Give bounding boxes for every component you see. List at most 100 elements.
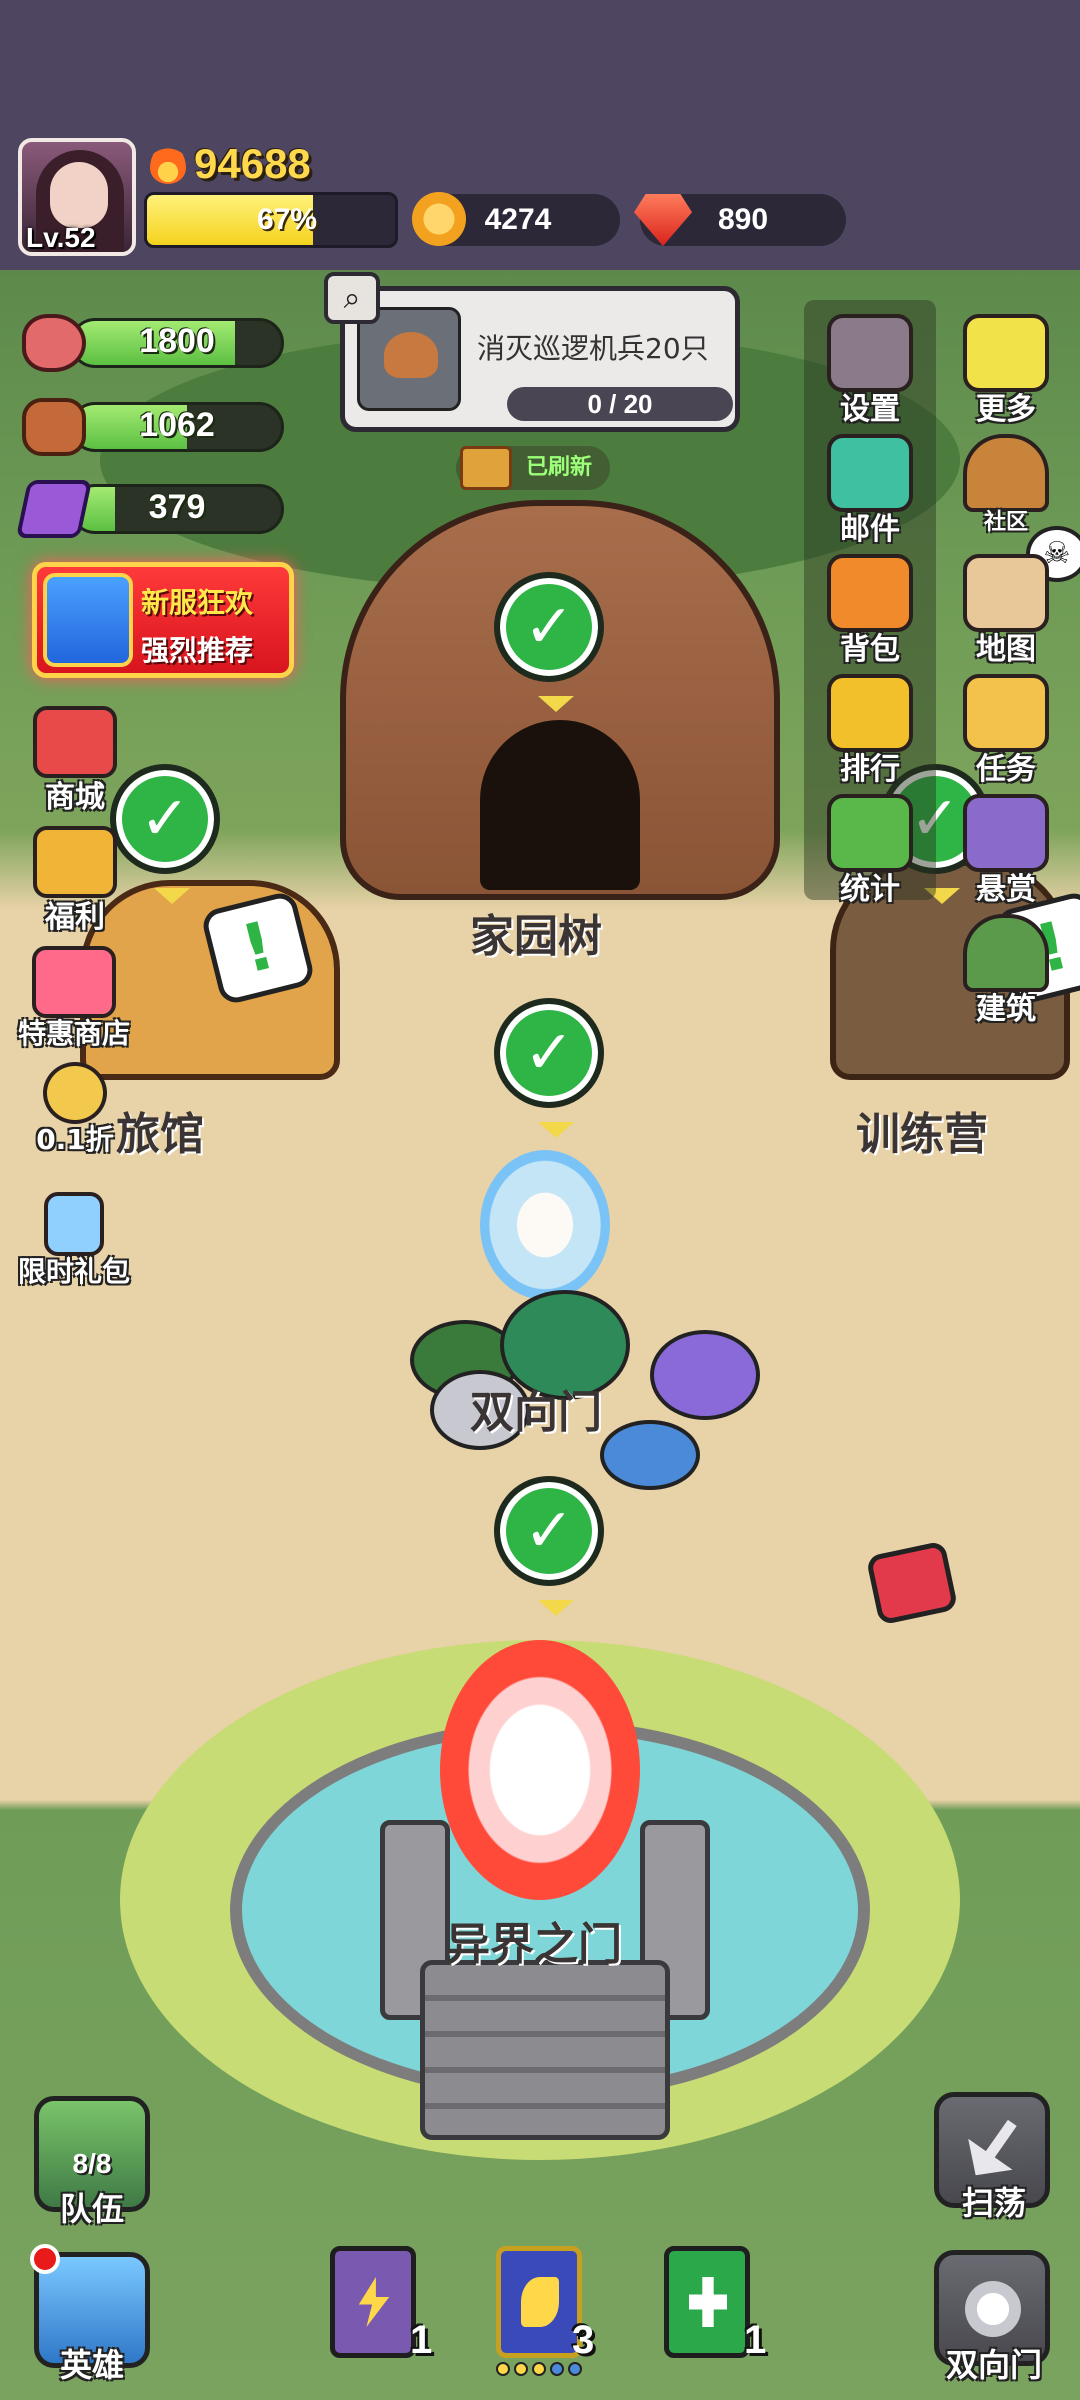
map-icon	[963, 554, 1049, 632]
golden-book-icon[interactable]	[496, 2246, 582, 2358]
quest-refresh-badge[interactable]: 已刷新	[456, 446, 611, 490]
promo-line1: 新服狂欢	[141, 586, 254, 619]
home-tree-check-icon[interactable]: ✓	[494, 572, 604, 712]
book-count: 1	[744, 2318, 767, 2362]
community-house-icon	[963, 434, 1049, 512]
rarity-dots	[496, 2362, 582, 2376]
discount-icon	[43, 1062, 107, 1124]
map-label: 地图	[976, 632, 1036, 667]
welfare-label: 福利	[45, 900, 105, 935]
more-icon	[963, 314, 1049, 392]
quest-scroll-icon	[963, 674, 1049, 752]
gem-value: 890	[717, 203, 769, 236]
mail-icon	[827, 434, 913, 512]
lightning-book-icon[interactable]	[330, 2246, 416, 2358]
rarity-dot	[550, 2362, 564, 2376]
notification-dot	[30, 2244, 60, 2274]
hero-sprite	[600, 1420, 700, 1490]
bounty-label: 悬赏	[976, 872, 1036, 907]
hourglass-icon	[44, 1192, 104, 1256]
two-way-gate-button-label: 双向门	[945, 2346, 1042, 2384]
patrol-robot-icon	[384, 332, 438, 378]
shop-button[interactable]: 商城	[10, 706, 140, 816]
new-server-promo-button[interactable]: 新服狂欢 强烈推荐	[32, 562, 294, 678]
resource-wood[interactable]: 1062	[22, 398, 284, 456]
rarity-dot	[514, 2362, 528, 2376]
coin-value: 4274	[484, 203, 552, 236]
power-value: 94688	[194, 140, 311, 187]
resource-value: 1800	[139, 322, 215, 360]
refresh-label: 已刷新	[526, 455, 593, 480]
discount-button[interactable]: 0.1折	[10, 1062, 140, 1158]
bounty-button[interactable]: 悬赏	[944, 794, 1068, 908]
otherworld-gate-label: 异界之门	[446, 1919, 622, 1970]
sale-shop-label: 特惠商店	[17, 1017, 130, 1050]
quest-progress: 0 / 20	[507, 387, 733, 421]
resource-value: 379	[148, 488, 206, 526]
coin-icon	[412, 192, 466, 246]
gift-box-icon	[43, 573, 133, 667]
search-icon[interactable]: ⌕	[324, 272, 380, 324]
otherworld-gate[interactable]	[380, 1600, 710, 2160]
quest-title: 消灭巡逻机兵20只	[477, 332, 709, 365]
player-level: Lv.52	[26, 222, 96, 253]
sale-shop-button[interactable]: 特惠商店	[4, 946, 144, 1052]
book-count: 3	[572, 2318, 595, 2362]
shop-label: 商城	[45, 780, 105, 815]
heal-book-icon[interactable]	[664, 2246, 750, 2358]
statistics-label: 统计	[840, 872, 900, 907]
sweep-label: 扫荡	[961, 2184, 1026, 2222]
gift-icon	[33, 826, 117, 898]
settings-label: 设置	[840, 392, 900, 427]
altar-steps	[420, 1960, 670, 2140]
chest-icon	[460, 446, 512, 490]
quest-card[interactable]: 消灭巡逻机兵20只 0 / 20	[340, 286, 740, 432]
mail-button[interactable]: 邮件	[808, 434, 932, 548]
backpack-button[interactable]: 背包	[808, 554, 932, 668]
training-camp-label: 训练营	[856, 1109, 988, 1160]
two-way-gate-check-icon[interactable]: ✓	[494, 998, 604, 1138]
mail-label: 邮件	[840, 512, 900, 547]
hero-sprite	[650, 1330, 760, 1420]
building-button[interactable]: 建筑	[944, 914, 1068, 1028]
limited-pack-button[interactable]: 限时礼包	[4, 1192, 144, 1290]
lightning-emblem	[358, 2277, 390, 2327]
map-button[interactable]: 地图	[944, 554, 1068, 668]
community-button[interactable]: 社区	[944, 434, 1068, 536]
rarity-dot	[532, 2362, 546, 2376]
plus-emblem	[689, 2277, 727, 2327]
discount-label: 0.1折	[36, 1123, 114, 1156]
tree-hole	[480, 720, 640, 890]
ranking-label: 排行	[840, 752, 900, 787]
resource-ore[interactable]: 379	[15, 480, 284, 538]
portal-ring	[440, 1640, 640, 1900]
resource-meat[interactable]: 1800	[22, 314, 284, 372]
statistics-button[interactable]: 统计	[808, 794, 932, 908]
flame-icon	[150, 144, 186, 184]
more-button[interactable]: 更多	[944, 314, 1068, 428]
gear-icon	[827, 314, 913, 392]
heroes-label: 英雄	[59, 2346, 124, 2384]
more-label: 更多	[976, 392, 1036, 427]
welfare-button[interactable]: 福利	[10, 826, 140, 936]
home-tree-label: 家园树	[470, 911, 602, 962]
ranking-button[interactable]: 排行	[808, 674, 932, 788]
power-row: 94688	[150, 140, 311, 188]
shop-icon	[33, 706, 117, 778]
quest-label: 任务	[976, 752, 1036, 787]
portal-icon	[965, 2281, 1021, 2337]
promo-line2: 强烈推荐	[141, 634, 254, 667]
rarity-dot	[568, 2362, 582, 2376]
book-count: 1	[410, 2318, 433, 2362]
stats-book-icon	[827, 794, 913, 872]
rarity-dot	[496, 2362, 510, 2376]
xp-bar: 67%	[144, 192, 398, 248]
building-label: 建筑	[976, 992, 1036, 1027]
backpack-icon	[827, 554, 913, 632]
quest-button[interactable]: 任务	[944, 674, 1068, 788]
two-way-gate-label: 双向门	[470, 1387, 602, 1438]
team-label: 队伍	[59, 2190, 124, 2228]
team-count: 8/8	[72, 2148, 112, 2179]
backpack-label: 背包	[840, 632, 900, 667]
settings-button[interactable]: 设置	[808, 314, 932, 428]
